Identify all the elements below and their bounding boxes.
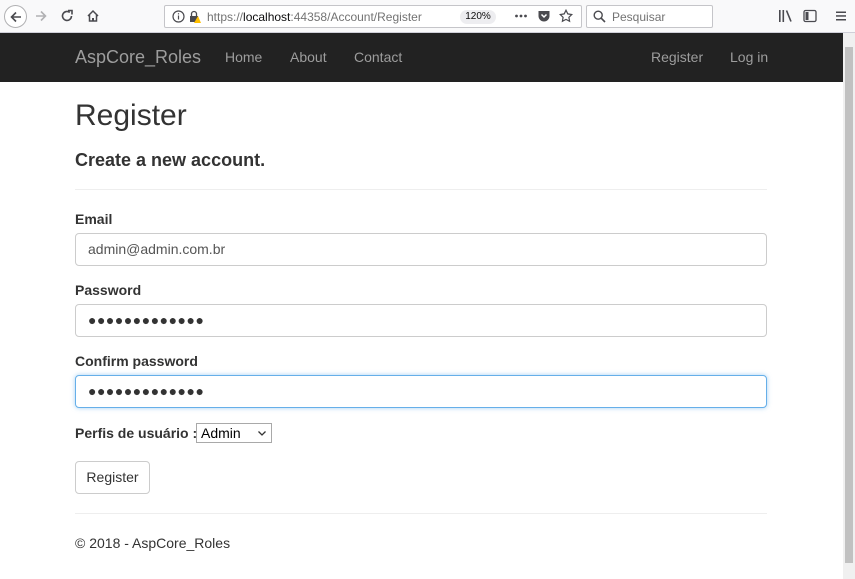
- url-prefix: https://: [207, 10, 244, 24]
- zoom-badge[interactable]: 120%: [460, 10, 496, 24]
- search-bar[interactable]: Pesquisar: [586, 5, 713, 28]
- page-subtitle: Create a new account.: [75, 150, 266, 170]
- site-navbar: AspCore_Roles Home About Contact Registe…: [0, 33, 843, 82]
- nav-link-login[interactable]: Log in: [730, 49, 768, 65]
- home-button[interactable]: [82, 5, 104, 27]
- confirm-password-value: ●●●●●●●●●●●●●: [88, 383, 205, 399]
- navbar-brand[interactable]: AspCore_Roles: [75, 47, 201, 68]
- chevron-down-icon: [256, 425, 268, 443]
- email-field[interactable]: admin@admin.com.br: [75, 233, 767, 266]
- nav-link-about[interactable]: About: [290, 49, 327, 65]
- nav-link-register[interactable]: Register: [651, 49, 703, 65]
- password-value: ●●●●●●●●●●●●●: [88, 312, 205, 328]
- scrollbar-thumb[interactable]: [845, 47, 853, 563]
- url-text: https://localhost:44358/Account/Register: [207, 10, 422, 24]
- library-icon[interactable]: [778, 9, 794, 28]
- menu-icon[interactable]: [834, 9, 848, 28]
- page-scrollbar[interactable]: [843, 33, 855, 579]
- url-path: :44358/Account/Register: [290, 10, 422, 24]
- register-submit-button[interactable]: Register: [75, 461, 150, 494]
- forward-button[interactable]: [30, 5, 52, 27]
- home-icon: [86, 9, 100, 23]
- role-label: Perfis de usuário :: [75, 425, 198, 441]
- bookmark-star-icon[interactable]: [558, 8, 574, 28]
- back-button[interactable]: [4, 5, 27, 28]
- page-actions-icon[interactable]: [514, 9, 528, 28]
- arrow-left-icon: [9, 10, 23, 24]
- url-bar[interactable]: https://localhost:44358/Account/Register…: [164, 5, 582, 28]
- nav-link-contact[interactable]: Contact: [354, 49, 402, 65]
- reload-button[interactable]: [56, 5, 78, 27]
- info-icon[interactable]: [172, 10, 185, 28]
- reload-icon: [60, 9, 74, 23]
- url-host: localhost: [243, 10, 291, 24]
- email-label: Email: [75, 211, 113, 227]
- role-select-value: Admin: [201, 425, 241, 441]
- page-title: Register: [75, 99, 187, 132]
- footer-divider: [75, 513, 767, 514]
- password-label: Password: [75, 282, 142, 298]
- role-select[interactable]: Admin: [196, 423, 272, 443]
- footer-text: © 2018 - AspCore_Roles: [75, 535, 231, 551]
- arrow-right-icon: [34, 9, 48, 23]
- pocket-icon[interactable]: [537, 9, 551, 28]
- browser-toolbar: https://localhost:44358/Account/Register…: [0, 0, 855, 33]
- search-placeholder: Pesquisar: [612, 10, 666, 24]
- sidebar-icon[interactable]: [803, 9, 817, 28]
- confirm-password-label: Confirm password: [75, 353, 198, 369]
- search-icon: [593, 10, 606, 28]
- confirm-password-field[interactable]: ●●●●●●●●●●●●●: [75, 375, 767, 408]
- divider: [75, 189, 767, 190]
- insecure-lock-icon[interactable]: [188, 10, 201, 28]
- nav-link-home[interactable]: Home: [225, 49, 262, 65]
- password-field[interactable]: ●●●●●●●●●●●●●: [75, 304, 767, 337]
